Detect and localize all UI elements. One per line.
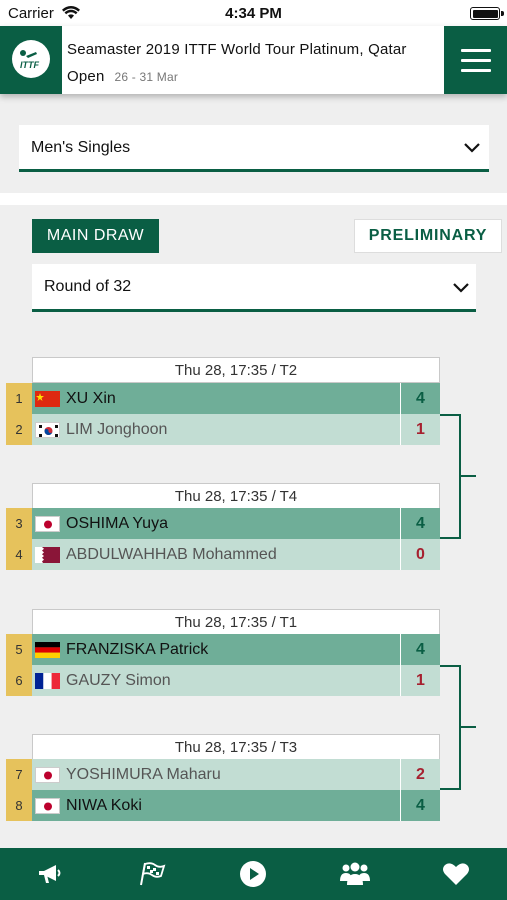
seed-number: 2 <box>6 414 32 445</box>
player-row[interactable]: OSHIMA Yuya <box>32 508 400 539</box>
logo-text: ITTF <box>20 60 39 70</box>
seed-number: 1 <box>6 383 32 414</box>
status-time: 4:34 PM <box>225 5 282 22</box>
south-korea-flag-icon <box>35 421 60 438</box>
tab-videos[interactable] <box>233 854 273 894</box>
event-type-value: Men's Singles <box>31 139 131 156</box>
china-flag-icon <box>35 390 60 407</box>
player-row[interactable]: NIWA Koki <box>32 790 400 821</box>
bottom-tab-bar <box>0 848 507 900</box>
flags-icon <box>140 862 166 886</box>
player-name: NIWA Koki <box>66 796 142 814</box>
tab-main-draw[interactable]: MAIN DRAW <box>32 219 159 253</box>
qatar-flag-icon <box>35 546 60 563</box>
player-name: ABDULWAHHAB Mohammed <box>66 545 277 563</box>
tab-preliminary[interactable]: PRELIMINARY <box>354 219 502 253</box>
event-title: Seamaster 2019 ITTF World Tour Platinum,… <box>67 36 439 91</box>
bracket-connector <box>440 665 461 790</box>
player-row[interactable]: GAUZY Simon <box>32 665 400 696</box>
match-time: Thu 28, 17:35 / T3 <box>32 734 440 760</box>
player-name: FRANZISKA Patrick <box>66 640 209 658</box>
tab-players[interactable] <box>335 854 375 894</box>
event-dates: 26 - 31 Mar <box>114 70 179 84</box>
tab-favourites[interactable] <box>436 854 476 894</box>
player-score: 1 <box>400 414 440 445</box>
tab-results[interactable] <box>132 854 172 894</box>
players-icon <box>339 862 370 885</box>
bracket-connector <box>440 414 461 539</box>
player-score: 4 <box>400 634 440 665</box>
player-row[interactable]: FRANZISKA Patrick <box>32 634 400 665</box>
chevron-down-icon <box>464 143 480 153</box>
seed-number: 3 <box>6 508 32 539</box>
match-time: Thu 28, 17:35 / T1 <box>32 609 440 635</box>
seed-number: 8 <box>6 790 32 821</box>
germany-flag-icon <box>35 641 60 658</box>
battery-icon <box>470 7 504 20</box>
player-name: OSHIMA Yuya <box>66 514 168 532</box>
menu-button[interactable] <box>444 26 507 94</box>
event-type-select[interactable]: Men's Singles <box>19 125 489 172</box>
seed-number: 6 <box>6 665 32 696</box>
player-name: LIM Jonghoon <box>66 420 168 438</box>
round-select[interactable]: Round of 32 <box>32 264 476 312</box>
seed-number: 4 <box>6 539 32 570</box>
tab-news[interactable] <box>31 854 71 894</box>
player-score: 4 <box>400 790 440 821</box>
player-row[interactable]: YOSHIMURA Maharu <box>32 759 400 790</box>
ittf-logo[interactable]: ITTF <box>0 26 62 94</box>
chevron-down-icon <box>453 283 469 293</box>
france-flag-icon <box>35 672 60 689</box>
player-row[interactable]: XU Xin <box>32 383 400 414</box>
player-name: GAUZY Simon <box>66 671 171 689</box>
player-score: 1 <box>400 665 440 696</box>
player-row[interactable]: LIM Jonghoon <box>32 414 400 445</box>
japan-flag-icon <box>35 766 60 783</box>
seed-number: 5 <box>6 634 32 665</box>
player-score: 4 <box>400 383 440 414</box>
japan-flag-icon <box>35 515 60 532</box>
section-divider <box>0 193 507 205</box>
hamburger-icon <box>460 48 491 52</box>
status-bar: Carrier 4:34 PM <box>0 0 507 26</box>
player-row[interactable]: ABDULWAHHAB Mohammed <box>32 539 400 570</box>
app-header: ITTF Seamaster 2019 ITTF World Tour Plat… <box>0 26 507 94</box>
player-score: 0 <box>400 539 440 570</box>
round-value: Round of 32 <box>44 278 132 295</box>
player-score: 4 <box>400 508 440 539</box>
heart-icon <box>443 863 470 885</box>
player-name: YOSHIMURA Maharu <box>66 765 221 783</box>
megaphone-icon <box>38 865 61 883</box>
player-name: XU Xin <box>66 389 116 407</box>
japan-flag-icon <box>35 797 60 814</box>
bracket-connector-tail <box>461 726 476 728</box>
logo-badge: ITTF <box>12 40 50 78</box>
table-tennis-logo-icon: ITTF <box>20 50 39 70</box>
match-time: Thu 28, 17:35 / T2 <box>32 357 440 383</box>
seed-number: 7 <box>6 759 32 790</box>
play-icon <box>240 861 267 887</box>
player-score: 2 <box>400 759 440 790</box>
bracket-connector-tail <box>461 475 476 477</box>
match-time: Thu 28, 17:35 / T4 <box>32 483 440 509</box>
